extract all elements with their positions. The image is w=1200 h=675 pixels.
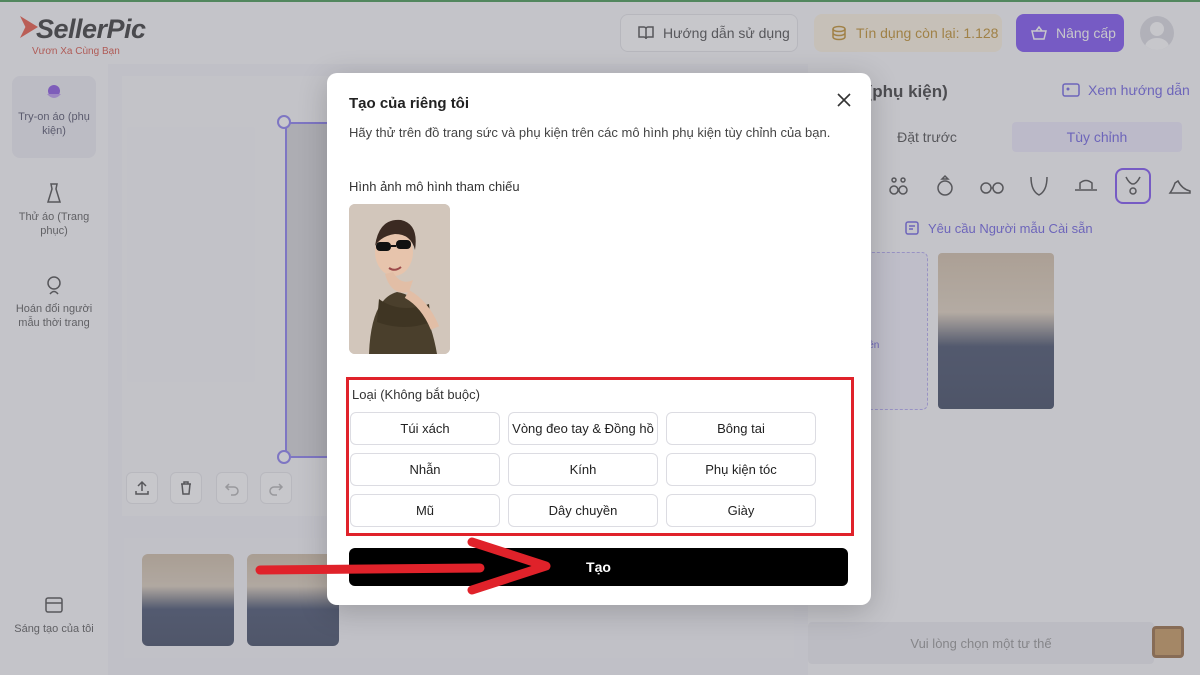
create-my-own-modal: Tạo của riêng tôi Hãy thử trên đồ trang …	[327, 73, 871, 605]
category-chip-necklace[interactable]: Dây chuyền	[508, 494, 658, 527]
modal-subtitle: Hãy thử trên đồ trang sức và phụ kiện tr…	[349, 125, 831, 140]
category-section: Loại (Không bắt buộc) Túi xách Vòng đeo …	[346, 377, 854, 536]
category-chip-hat[interactable]: Mũ	[350, 494, 500, 527]
category-chip-shoes[interactable]: Giày	[666, 494, 816, 527]
reference-model-photo	[349, 204, 450, 354]
close-button[interactable]	[833, 89, 855, 111]
category-chip-glasses[interactable]: Kính	[508, 453, 658, 486]
category-chip-hair-accessory[interactable]: Phụ kiện tóc	[666, 453, 816, 486]
reference-model-image[interactable]	[349, 204, 450, 354]
reference-image-label: Hình ảnh mô hình tham chiếu	[349, 179, 520, 194]
modal-title: Tạo của riêng tôi	[349, 95, 470, 112]
category-label: Loại (Không bắt buộc)	[352, 387, 480, 402]
category-chip-handbag[interactable]: Túi xách	[350, 412, 500, 445]
category-chip-bracelet-watch[interactable]: Vòng đeo tay & Đồng hồ	[508, 412, 658, 445]
category-chip-earrings[interactable]: Bông tai	[666, 412, 816, 445]
category-chip-ring[interactable]: Nhẫn	[350, 453, 500, 486]
close-icon	[837, 93, 851, 107]
annotation-arrow-icon	[255, 537, 551, 595]
